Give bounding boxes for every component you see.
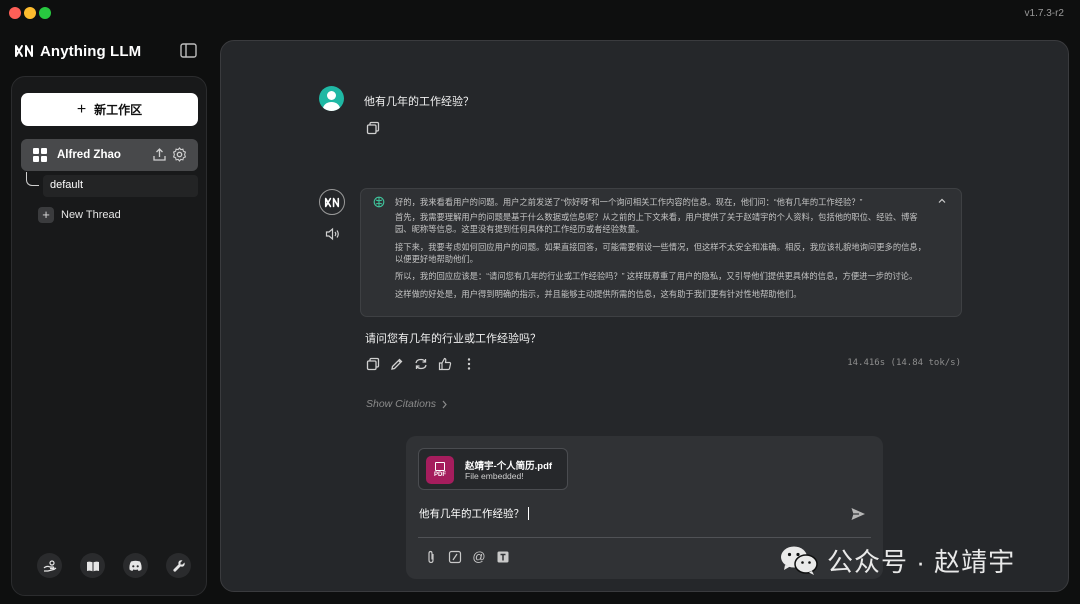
thinking-paragraph: 接下来，我要考虑如何回应用户的问题。如果直接回答，可能需要假设一些情况，但这样不… — [395, 241, 927, 264]
watermark-text: 公众号 · 赵靖宇 — [827, 546, 1016, 577]
discord-icon[interactable] — [123, 553, 148, 578]
wechat-watermark: 公众号 · 赵靖宇 — [779, 540, 1015, 580]
pdf-type-label: PDF — [434, 471, 446, 478]
message-actions — [366, 357, 476, 371]
app-version: v1.7.3-r2 — [1024, 8, 1064, 19]
new-workspace-button[interactable]: + 新工作区 — [21, 93, 198, 126]
sidebar-toggle-icon[interactable] — [180, 43, 197, 58]
community-hub-icon[interactable] — [37, 553, 62, 578]
thinking-paragraph: 首先，我需要理解用户的问题是基于什么数据或信息呢？从之前的上下文来看，用户提供了… — [395, 212, 918, 234]
chevron-up-icon[interactable] — [937, 196, 947, 206]
thinking-paragraph: 好的，我来看看用户的问题。用户之前发送了“你好呀”和一个询问相关工作内容的信息。… — [395, 197, 863, 207]
copy-icon[interactable] — [366, 121, 380, 135]
thread-item-default[interactable]: default — [43, 175, 198, 197]
sidebar-footer — [37, 553, 191, 578]
window-titlebar: v1.7.3-r2 — [0, 0, 1080, 28]
prompt-input-value: 他有几年的工作经验？ — [419, 508, 524, 520]
attachment-chip[interactable]: PDF 赵靖宇-个人简历.pdf File embedded! — [418, 448, 568, 490]
upload-icon[interactable] — [152, 147, 167, 162]
paperclip-icon[interactable] — [424, 550, 438, 564]
maximize-window-button[interactable] — [39, 7, 51, 19]
regenerate-icon[interactable] — [414, 357, 428, 371]
show-citations-button[interactable]: Show Citations — [366, 398, 448, 410]
brand-logo: Anything LLM — [14, 40, 141, 62]
send-icon[interactable] — [850, 506, 866, 522]
docs-book-icon[interactable] — [80, 553, 105, 578]
thinking-paragraph: 所以，我的回应应该是：“请问您有几年的行业或工作经验吗？” 这样既尊重了用户的隐… — [395, 271, 918, 281]
speaker-icon[interactable] — [325, 227, 340, 241]
gear-icon[interactable] — [172, 147, 187, 162]
composer-divider — [418, 537, 871, 538]
new-workspace-label: 新工作区 — [94, 103, 143, 117]
thinking-paragraph: 这样做的好处是，用户得到明确的指示，并且能够主动提供所需的信息，这有助于我们更有… — [395, 288, 802, 299]
plus-icon: + — [38, 207, 54, 223]
thinking-text: 好的，我来看看用户的问题。用户之前发送了“你好呀”和一个询问相关工作内容的信息。… — [395, 196, 927, 305]
workspace-item-alfred-zhao[interactable]: Alfred Zhao — [21, 139, 198, 171]
settings-wrench-icon[interactable] — [166, 553, 191, 578]
show-citations-label: Show Citations — [366, 398, 437, 410]
chat-panel: 他有几年的工作经验？ 好的，我来看看用户的问题。用户之前发送了“你好呀”和一个询… — [220, 40, 1069, 592]
new-thread-button[interactable]: + New Thread — [38, 206, 121, 224]
chevron-right-icon — [442, 400, 447, 408]
brand-name: Anything LLM — [40, 42, 142, 60]
minimize-window-button[interactable] — [24, 7, 36, 19]
assistant-avatar — [319, 189, 345, 215]
workspace-grid-icon — [33, 148, 47, 162]
plus-icon: + — [76, 100, 87, 118]
pdf-file-icon: PDF — [426, 456, 454, 484]
edit-pencil-icon[interactable] — [390, 357, 404, 371]
sidebar: + 新工作区 Alfred Zhao default + New Thread — [11, 76, 207, 596]
thinking-block: 好的，我来看看用户的问题。用户之前发送了“你好呀”和一个询问相关工作内容的信息。… — [360, 188, 962, 317]
attachment-status: File embedded! — [465, 471, 524, 481]
brain-icon — [373, 196, 385, 208]
composer-toolbar: @ — [424, 550, 510, 564]
close-window-button[interactable] — [9, 7, 21, 19]
assistant-answer: 请问您有几年的行业或工作经验吗？ — [365, 333, 541, 345]
prompt-input[interactable]: 他有几年的工作经验？ — [419, 506, 529, 521]
generation-speed: 14.416s (14.84 tok/s) — [847, 358, 961, 368]
workspace-name: Alfred Zhao — [57, 149, 121, 161]
copy-icon[interactable] — [366, 357, 380, 371]
anythingllm-logo-icon — [15, 45, 33, 57]
attachment-name: 赵靖宇-个人简历.pdf — [465, 461, 553, 472]
text-caret — [528, 507, 529, 520]
thumbs-up-icon[interactable] — [438, 357, 452, 371]
mention-agent-icon[interactable]: @ — [472, 550, 486, 564]
more-options-icon[interactable] — [462, 357, 476, 371]
anythingllm-logo-icon — [324, 197, 340, 207]
user-message: 他有几年的工作经验？ — [364, 96, 474, 108]
new-thread-label: New Thread — [61, 209, 121, 221]
wechat-icon — [781, 546, 818, 575]
slash-command-icon[interactable] — [448, 550, 462, 564]
text-size-icon[interactable] — [496, 550, 510, 564]
user-avatar — [319, 86, 344, 111]
thread-connector-line — [26, 172, 39, 186]
